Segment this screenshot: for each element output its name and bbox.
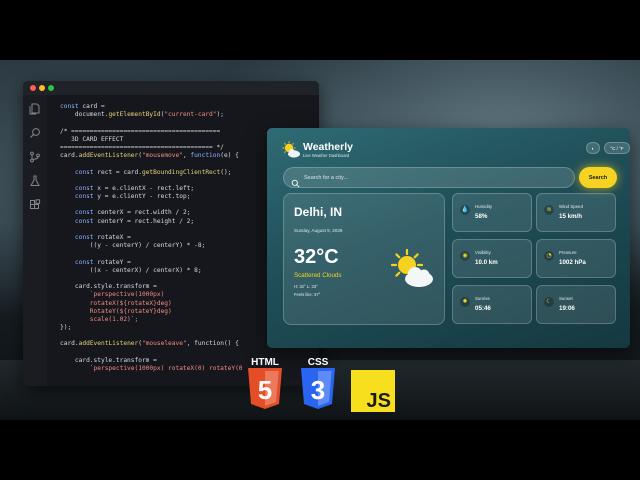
editor-title-bar [23,81,319,95]
css-label: CSS [308,357,329,368]
app-header: Weatherly Live Weather Dashboard ◐ °C / … [281,140,630,164]
flask-icon[interactable] [29,175,41,187]
city-name: Delhi, IN [294,205,343,219]
letterbox-bottom [0,420,640,480]
html-number: 5 [258,375,272,405]
close-window-button[interactable] [30,85,36,91]
wind-icon: ≋ [544,205,554,215]
letterbox-top [0,0,640,60]
code-line: document.getElementById("current-card"); [60,111,224,119]
stat-value: 58% [475,213,488,220]
stat-card-pressure[interactable]: ◔ Pressure 1002 hPa [536,239,616,278]
js-label: JS [367,390,391,412]
stat-label: Humidity [475,204,493,209]
stat-label: Wind Speed [559,204,583,209]
eye-icon: ◉ [460,251,470,261]
stat-label: Pressure [559,250,577,255]
stat-card-humidity[interactable]: 💧 Humidity 58% [452,193,532,232]
stat-card-sunrise[interactable]: ✹ Sunrise 05:46 [452,285,532,324]
javascript-logo: JS [351,370,395,412]
html-label: HTML [251,357,279,368]
stat-card-wind-speed[interactable]: ≋ Wind Speed 15 km/h [536,193,616,232]
maximize-window-button[interactable] [48,85,54,91]
html5-logo: HTML 5 [245,356,285,412]
background-scene: const card = document.getElementById("cu… [0,60,640,420]
current-weather-card[interactable]: Delhi, IN Sunday, August 9, 2026 32°C Sc… [283,193,445,325]
sun-cloud-logo-icon [281,141,301,159]
sun-cloud-icon [387,248,437,290]
stat-label: Sunrise [475,296,490,301]
droplet-icon: 💧 [460,205,470,215]
search-icon[interactable] [29,127,41,139]
stat-card-sunset[interactable]: ☾ Sunset 19:06 [536,285,616,324]
app-subtitle: Live Weather Dashboard [303,153,350,158]
gauge-icon: ◔ [544,251,554,261]
css3-logo: CSS 3 [298,356,338,412]
search-button[interactable]: Search [579,167,617,188]
app-title: Weatherly [303,141,353,153]
weather-app-window: Weatherly Live Weather Dashboard ◐ °C / … [267,128,630,348]
search-icon [291,173,300,188]
css-number: 3 [311,375,325,405]
current-date: Sunday, August 9, 2026 [294,228,343,233]
stat-value: 10.0 km [475,259,498,266]
stat-label: Visibility [475,250,491,255]
feels-like-temperature: Feels like: 37° [294,292,321,297]
unit-toggle-button[interactable]: °C / °F [604,142,630,154]
stat-value: 15 km/h [559,213,583,220]
theme-toggle-button[interactable]: ◐ [586,142,600,154]
current-temperature: 32°C [294,246,339,268]
code-line: const card = [60,103,105,110]
extensions-icon[interactable] [29,199,41,211]
activity-bar [23,95,47,386]
moon-icon: ☾ [544,297,554,307]
stat-label: Sunset [559,296,573,301]
stat-value: 19:06 [559,305,575,312]
sunrise-icon: ✹ [460,297,470,307]
weather-condition: Scattered Clouds [294,272,342,279]
minimize-window-button[interactable] [39,85,45,91]
city-search-input[interactable] [304,168,564,187]
high-low-temperature: H: 32° L: 33° [294,284,318,289]
stat-value: 1002 hPa [559,259,586,266]
stat-value: 05:46 [475,305,491,312]
files-icon[interactable] [29,103,41,115]
search-bar [283,167,575,188]
source-control-icon[interactable] [29,151,41,163]
stat-card-visibility[interactable]: ◉ Visibility 10.0 km [452,239,532,278]
